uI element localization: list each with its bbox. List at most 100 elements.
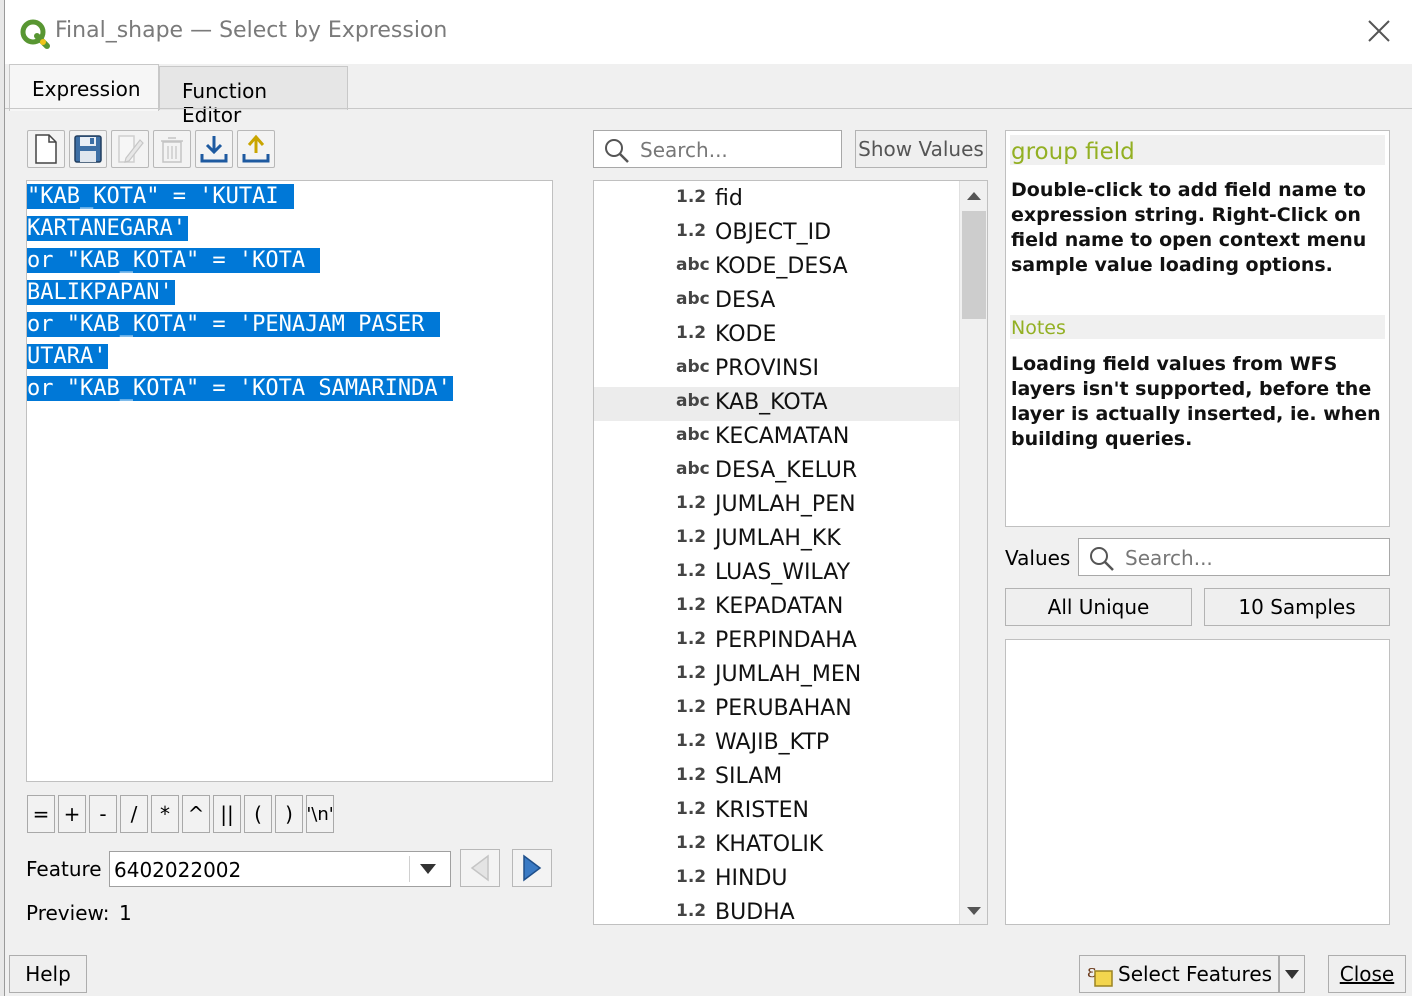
select-features-button[interactable]: ε Select Features [1079, 955, 1279, 993]
field-row-object-id[interactable]: 1.2 OBJECT_ID [594, 217, 960, 251]
operator-plus-button[interactable]: + [58, 795, 86, 833]
operator-multiply-button[interactable]: * [151, 795, 179, 833]
triangle-right-icon [523, 854, 542, 882]
field-type: 1.2 [676, 221, 707, 241]
field-type: 1.2 [676, 731, 707, 751]
feature-label: Feature [26, 857, 102, 881]
qgis-logo-icon [20, 19, 50, 49]
new-expression-button[interactable] [27, 130, 65, 168]
code-line: or "KAB_KOTA" = 'KOTA [27, 248, 321, 273]
function-search-placeholder: Search... [640, 138, 728, 162]
field-type: 1.2 [676, 901, 707, 921]
import-icon [200, 136, 228, 163]
edit-expression-button[interactable] [111, 130, 149, 168]
field-row-kepadatan[interactable]: 1.2 KEPADATAN [594, 591, 960, 625]
field-row-perpindaha[interactable]: 1.2 PERPINDAHA [594, 625, 960, 659]
field-type: 1.2 [676, 663, 707, 683]
values-list[interactable] [1005, 639, 1390, 925]
field-row-desa-kelur[interactable]: abc DESA_KELUR [594, 455, 960, 489]
field-name: KODE [715, 322, 777, 347]
next-feature-button[interactable] [512, 849, 552, 887]
field-row-jumlah-kk[interactable]: 1.2 JUMLAH_KK [594, 523, 960, 557]
field-row-jumlah-pen[interactable]: 1.2 JUMLAH_PEN [594, 489, 960, 523]
operator-newline-button[interactable]: '\n' [306, 795, 334, 833]
function-search-input[interactable]: Search... [593, 130, 842, 168]
field-name: HINDU [715, 866, 788, 891]
operator-open-paren-button[interactable]: ( [244, 795, 272, 833]
code-line: UTARA' [27, 344, 109, 369]
function-tree[interactable]: 1.2 fid 1.2 OBJECT_ID abc KODE_DESA abc … [593, 180, 988, 925]
expression-select-icon: ε [1087, 961, 1113, 987]
field-row-luas-wilay[interactable]: 1.2 LUAS_WILAY [594, 557, 960, 591]
select-features-menu-button[interactable] [1279, 955, 1305, 993]
field-name: KEPADATAN [715, 594, 844, 619]
field-type: 1.2 [676, 493, 707, 513]
field-type: abc [676, 391, 710, 411]
select-features-label: Select Features [1118, 962, 1273, 986]
operator-close-paren-button[interactable]: ) [275, 795, 303, 833]
feature-value: 6402022002 [114, 858, 242, 882]
close-icon[interactable] [1364, 16, 1394, 46]
close-button[interactable]: Close [1328, 955, 1406, 993]
field-type: 1.2 [676, 561, 707, 581]
field-row-perubahan[interactable]: 1.2 PERUBAHAN [594, 693, 960, 727]
edit-icon [118, 135, 144, 163]
help-body: Double-click to add field name to expres… [1011, 179, 1367, 276]
scroll-down-icon[interactable] [960, 896, 987, 924]
field-row-budha[interactable]: 1.2 BUDHA [594, 897, 960, 924]
field-row-wajib-ktp[interactable]: 1.2 WAJIB_KTP [594, 727, 960, 761]
ten-samples-button[interactable]: 10 Samples [1204, 588, 1390, 626]
delete-expression-button[interactable] [153, 130, 191, 168]
code-line: BALIKPAPAN' [27, 280, 175, 305]
field-name: DESA_KELUR [715, 458, 858, 483]
field-row-kode-desa[interactable]: abc KODE_DESA [594, 251, 960, 285]
chevron-down-icon[interactable] [410, 852, 446, 886]
notes-heading: Notes [1010, 315, 1385, 339]
operator-equals-button[interactable]: = [27, 795, 55, 833]
preview-value: 1 [119, 901, 132, 925]
all-unique-button[interactable]: All Unique [1005, 588, 1192, 626]
field-row-kab-kota[interactable]: abc KAB_KOTA [594, 387, 960, 421]
scroll-thumb[interactable] [962, 211, 986, 319]
values-search-input[interactable]: Search... [1078, 538, 1390, 576]
scroll-up-icon[interactable] [960, 181, 987, 211]
field-type: 1.2 [676, 629, 707, 649]
tab-function-editor[interactable]: Function Editor [159, 66, 348, 127]
export-expression-button[interactable] [237, 130, 275, 168]
field-row-kristen[interactable]: 1.2 KRISTEN [594, 795, 960, 829]
operator-power-button[interactable]: ^ [182, 795, 210, 833]
operator-divide-button[interactable]: / [120, 795, 148, 833]
save-icon [74, 135, 102, 163]
field-type: 1.2 [676, 799, 707, 819]
field-row-jumlah-men[interactable]: 1.2 JUMLAH_MEN [594, 659, 960, 693]
import-expression-button[interactable] [195, 130, 233, 168]
field-row-silam[interactable]: 1.2 SILAM [594, 761, 960, 795]
field-type: abc [676, 289, 710, 309]
field-row-kode[interactable]: 1.2 KODE [594, 319, 960, 353]
field-name: PROVINSI [715, 356, 819, 381]
field-row-khatolik[interactable]: 1.2 KHATOLIK [594, 829, 960, 863]
field-row-provinsi[interactable]: abc PROVINSI [594, 353, 960, 387]
field-row-fid[interactable]: 1.2 fid [594, 183, 960, 217]
search-icon [605, 139, 629, 163]
vertical-scrollbar[interactable] [959, 181, 987, 924]
help-button[interactable]: Help [9, 955, 87, 993]
previous-feature-button[interactable] [460, 849, 500, 887]
field-row-kecamatan[interactable]: abc KECAMATAN [594, 421, 960, 455]
field-type: 1.2 [676, 323, 707, 343]
code-line: or "KAB_KOTA" = 'KOTA SAMARINDA' [27, 376, 453, 401]
new-file-icon [35, 134, 57, 164]
field-row-hindu[interactable]: 1.2 HINDU [594, 863, 960, 897]
help-panel: group field Double-click to add field na… [1005, 130, 1390, 527]
feature-select[interactable]: 6402022002 [109, 851, 451, 887]
tab-expression[interactable]: Expression [9, 64, 159, 111]
field-row-desa[interactable]: abc DESA [594, 285, 960, 319]
field-type: abc [676, 425, 710, 445]
save-expression-button[interactable] [69, 130, 107, 168]
field-name: KAB_KOTA [715, 390, 828, 415]
operator-concat-button[interactable]: || [213, 795, 241, 833]
operator-minus-button[interactable]: - [89, 795, 117, 833]
show-values-button[interactable]: Show Values [855, 130, 987, 168]
expression-editor[interactable]: "KAB_KOTA" = 'KUTAI KARTANEGARA' or "KAB… [26, 180, 553, 782]
field-type: 1.2 [676, 833, 707, 853]
